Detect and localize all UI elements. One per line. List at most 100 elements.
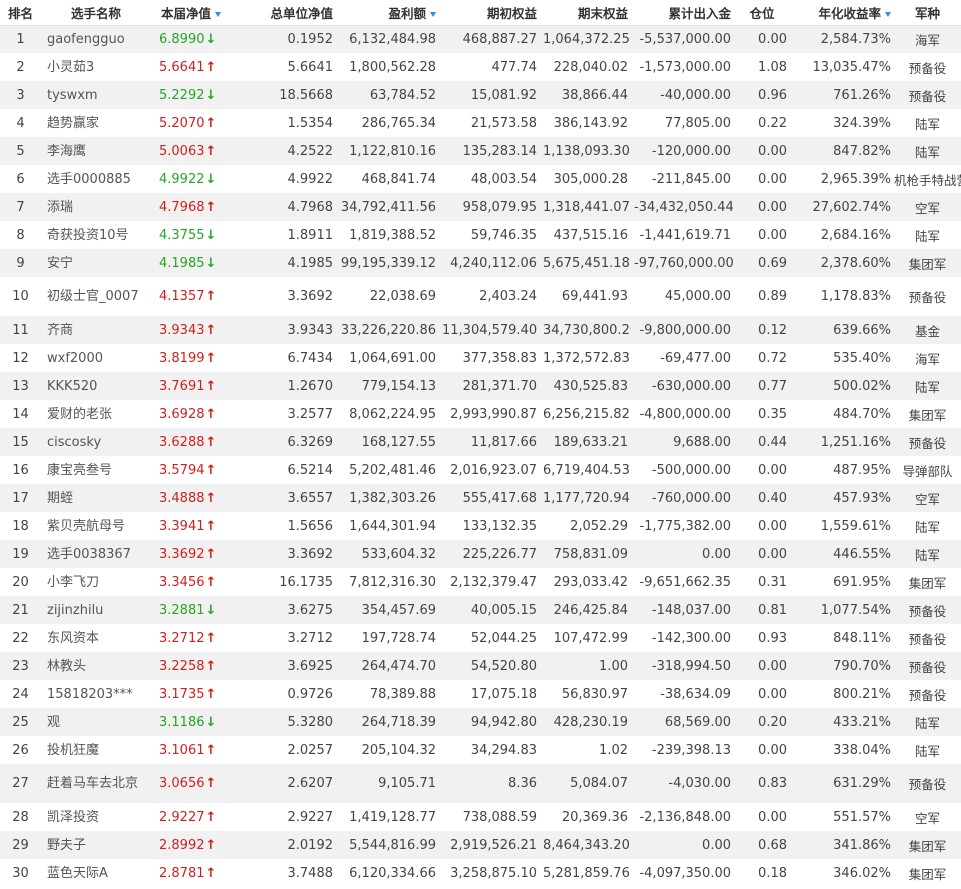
nav-cell: 4.1985↓: [151, 249, 231, 277]
table-row[interactable]: 27 赶着马车去北京 3.0656↑ 2.6207 9,105.71 8.36 5,084.…: [0, 764, 961, 803]
table-row[interactable]: 8 奇获投资10号 4.3755↓ 1.8911 1,819,388.52 59,746.…: [0, 221, 961, 249]
army-cell: 海军: [914, 32, 940, 48]
name-cell[interactable]: 添瑞: [41, 193, 151, 221]
table-row[interactable]: 3 tyswxm 5.2292↓ 18.5668 63,784.52 15,081.92 3…: [0, 81, 961, 109]
name-cell[interactable]: 小灵茹3: [41, 53, 151, 81]
begin-equity-cell: 738,088.59: [462, 809, 537, 825]
sort-down-icon[interactable]: [215, 11, 221, 17]
table-row[interactable]: 23 林教头 3.2258↑ 3.6925 264,474.70 54,520.80 1.0…: [0, 652, 961, 680]
table-row[interactable]: 11 齐商 3.9343↑ 3.9343 33,226,220.86 11,304,579…: [0, 316, 961, 344]
header-army: 军种: [914, 5, 940, 21]
name-cell[interactable]: 投机狂魔: [41, 736, 151, 764]
table-row[interactable]: 24 15818203*** 3.1735↑ 0.9726 78,389.88 17,07…: [0, 680, 961, 708]
arrow-up-icon: ↑: [205, 462, 217, 478]
rank-cell: 19: [12, 546, 29, 562]
name-cell[interactable]: 凯泽投资: [41, 803, 151, 831]
nav-value: 4.1985: [159, 255, 205, 271]
table-row[interactable]: 21 zijinzhilu 3.2881↓ 3.6275 354,457.69 40,00…: [0, 596, 961, 624]
total-nav-cell: 3.2712: [287, 630, 334, 646]
name-cell[interactable]: wxf2000: [41, 344, 151, 372]
name-cell[interactable]: 赶着马车去北京: [41, 764, 151, 803]
name-cell[interactable]: 初级士官_0007: [41, 277, 151, 316]
table-row[interactable]: 16 康宝亮叁号 3.5794↑ 6.5214 5,202,481.46 2,016,92…: [0, 456, 961, 484]
begin-equity-cell: 48,003.54: [470, 171, 537, 187]
end-equity-cell: 758,831.09: [553, 546, 628, 562]
table-row[interactable]: 10 初级士官_0007 4.1357↑ 3.3692 22,038.69 2,403.2…: [0, 277, 961, 316]
table-row[interactable]: 30 蓝色天际A 2.8781↑ 3.7488 6,120,334.66 3,258,87…: [0, 859, 961, 887]
name-cell[interactable]: 蓝色天际A: [41, 859, 151, 887]
name-cell[interactable]: 期蛭: [41, 484, 151, 512]
name-cell[interactable]: 齐商: [41, 316, 151, 344]
sort-down-icon[interactable]: [885, 11, 891, 17]
rank-cell: 12: [12, 350, 29, 366]
name-cell[interactable]: 选手0038367: [41, 540, 151, 568]
table-row[interactable]: 7 添瑞 4.7968↑ 4.7968 34,792,411.56 958,079.95 1…: [0, 193, 961, 221]
nav-cell: 3.5794↑: [151, 456, 231, 484]
name-cell[interactable]: 李海鹰: [41, 137, 151, 165]
position-cell: 0.00: [758, 171, 787, 187]
name-cell[interactable]: 趋势赢家: [41, 109, 151, 137]
annual-return-cell: 631.29%: [833, 776, 891, 791]
profit-cell: 286,765.34: [361, 115, 436, 131]
annual-return-cell: 2,965.39%: [820, 171, 891, 187]
header-annual-return[interactable]: 年化收益率: [790, 0, 894, 25]
army-cell: 预备役: [908, 435, 947, 451]
end-equity-cell: 386,143.92: [553, 115, 628, 131]
table-row[interactable]: 13 KKK520 3.7691↑ 1.2670 779,154.13 281,371.7…: [0, 372, 961, 400]
table-row[interactable]: 14 爱财的老张 3.6928↑ 3.2577 8,062,224.95 2,993,99…: [0, 400, 961, 428]
table-row[interactable]: 15 ciscosky 3.6288↑ 6.3269 168,127.55 11,817.…: [0, 428, 961, 456]
end-equity-cell: 228,040.02: [553, 59, 628, 75]
table-row[interactable]: 12 wxf2000 3.8199↑ 6.7434 1,064,691.00 377,35…: [0, 344, 961, 372]
army-cell: 导弹部队: [902, 463, 953, 479]
begin-equity-cell: 468,887.27: [462, 31, 537, 47]
name-cell[interactable]: 奇获投资10号: [41, 221, 151, 249]
name-cell[interactable]: 15818203***: [41, 680, 151, 708]
table-row[interactable]: 25 观 3.1186↓ 5.3280 264,718.39 94,942.80 428,2…: [0, 708, 961, 736]
header-profit[interactable]: 盈利额: [336, 0, 439, 25]
name-cell[interactable]: 观: [41, 708, 151, 736]
table-row[interactable]: 9 安宁 4.1985↓ 4.1985 99,195,339.12 4,240,112.0…: [0, 249, 961, 277]
table-row[interactable]: 22 东风资本 3.2712↑ 3.2712 197,728.74 52,044.25 10…: [0, 624, 961, 652]
begin-equity-cell: 377,358.83: [462, 350, 537, 366]
table-row[interactable]: 5 李海鹰 5.0063↑ 4.2522 1,122,810.16 135,283.14 1…: [0, 137, 961, 165]
name-cell[interactable]: 林教头: [41, 652, 151, 680]
table-row[interactable]: 20 小李飞刀 3.3456↑ 16.1735 7,812,316.30 2,132,37…: [0, 568, 961, 596]
table-row[interactable]: 6 选手0000885 4.9922↓ 4.9922 468,841.74 48,003.…: [0, 165, 961, 193]
name-cell[interactable]: 选手0000885: [41, 165, 151, 193]
name-cell[interactable]: tyswxm: [41, 81, 151, 109]
name-cell[interactable]: 紫贝壳航母号: [41, 512, 151, 540]
table-row[interactable]: 17 期蛭 3.4888↑ 3.6557 1,382,303.26 555,417.68 1…: [0, 484, 961, 512]
nav-cell: 3.2881↓: [151, 596, 231, 624]
table-row[interactable]: 19 选手0038367 3.3692↑ 3.3692 533,604.32 225,22…: [0, 540, 961, 568]
table-row[interactable]: 18 紫贝壳航母号 3.3941↑ 1.5656 1,644,301.94 133,132…: [0, 512, 961, 540]
name-cell[interactable]: zijinzhilu: [41, 596, 151, 624]
name-cell[interactable]: 野夫子: [41, 831, 151, 859]
net-flow-cell: -9,651,662.35: [639, 574, 731, 590]
name-cell[interactable]: 东风资本: [41, 624, 151, 652]
name-cell[interactable]: 康宝亮叁号: [41, 456, 151, 484]
name-cell[interactable]: 安宁: [41, 249, 151, 277]
name-cell[interactable]: ciscosky: [41, 428, 151, 456]
sort-down-icon[interactable]: [430, 11, 436, 17]
name-cell[interactable]: gaofengguo: [41, 25, 151, 53]
name-cell[interactable]: 小李飞刀: [41, 568, 151, 596]
arrow-up-icon: ↑: [205, 630, 217, 646]
name-cell[interactable]: 爱财的老张: [41, 400, 151, 428]
name-cell[interactable]: KKK520: [41, 372, 151, 400]
net-flow-cell: -239,398.13: [651, 742, 731, 758]
nav-value: 3.8199: [159, 350, 205, 366]
profit-cell: 6,120,334.66: [349, 865, 436, 881]
table-row[interactable]: 28 凯泽投资 2.9227↑ 2.9227 1,419,128.77 738,088.5…: [0, 803, 961, 831]
table-row[interactable]: 2 小灵茹3 5.6641↑ 5.6641 1,800,562.28 477.74 228,…: [0, 53, 961, 81]
header-nav[interactable]: 本届净值: [151, 0, 231, 25]
total-nav-cell: 0.9726: [287, 686, 334, 702]
nav-value: 3.2881: [159, 602, 205, 618]
table-row[interactable]: 1 gaofengguo 6.8990↓ 0.1952 6,132,484.98 468,…: [0, 25, 961, 53]
table-row[interactable]: 29 野夫子 2.8992↑ 2.0192 5,544,816.99 2,919,526.…: [0, 831, 961, 859]
position-cell: 0.00: [758, 227, 787, 243]
table-row[interactable]: 26 投机狂魔 3.1061↑ 2.0257 205,104.32 34,294.83 1.…: [0, 736, 961, 764]
table-row[interactable]: 4 趋势赢家 5.2070↑ 1.5354 286,765.34 21,573.58 386…: [0, 109, 961, 137]
army-cell: 陆军: [914, 144, 940, 160]
nav-value: 4.9922: [159, 171, 205, 187]
total-nav-cell: 6.5214: [287, 462, 334, 478]
